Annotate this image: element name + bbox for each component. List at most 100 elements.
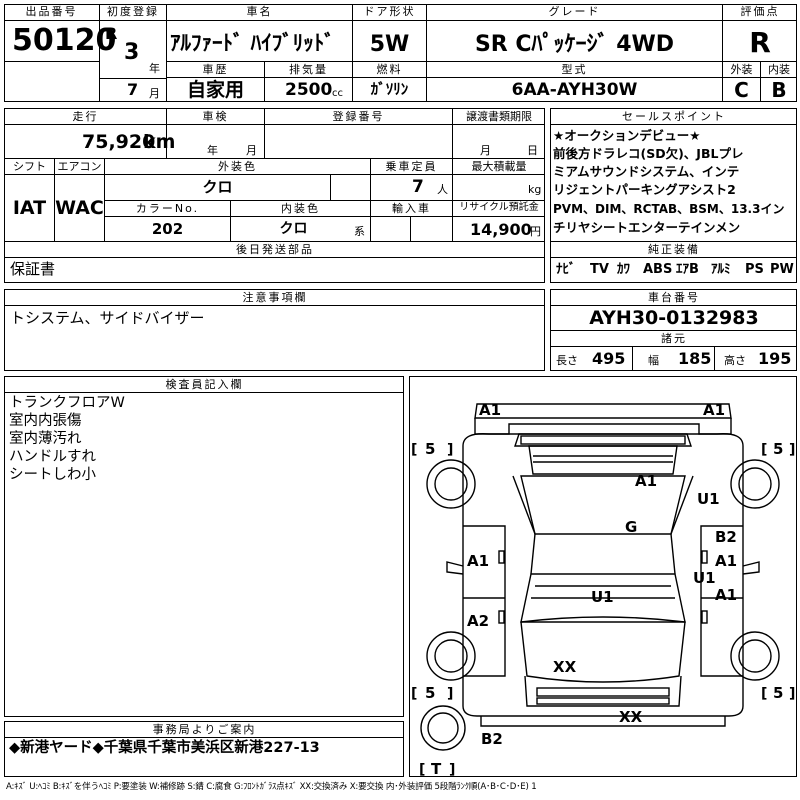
tire-fr: 5: [773, 440, 783, 458]
load-label: 最大積載量: [471, 160, 527, 173]
mark-u1: U1: [697, 490, 720, 508]
displacement-unit: cc: [332, 88, 343, 99]
notes-text: トシステム、サイドバイザー: [10, 309, 205, 327]
displacement: 2500: [285, 80, 333, 100]
reg-year: 3: [124, 40, 140, 65]
month-unit: 月: [149, 87, 160, 100]
mark-u1: U1: [693, 569, 716, 587]
office-label: 事務局よりご案内: [152, 723, 257, 736]
ext-label: 外装: [730, 63, 753, 76]
ext-grade: C: [734, 78, 749, 102]
tire-rl: 5: [425, 684, 435, 702]
model-label: 型式: [561, 63, 588, 76]
sales-line: リジェントパーキングアシスト2: [553, 182, 736, 197]
fuel: ｶﾞｿﾘﾝ: [370, 80, 409, 98]
capacity-label: 乗車定員: [385, 160, 438, 173]
mark-a1: A1: [479, 401, 501, 419]
equip-airbag: ｴｱB: [676, 262, 699, 277]
inspector-line: シートしわ小: [9, 467, 96, 483]
mark-u1: U1: [591, 588, 614, 606]
sales-line: ★オークションデビュー★: [553, 128, 701, 143]
sales-label: セールスポイント: [622, 110, 726, 123]
mileage-unit: km: [143, 131, 176, 153]
office-text: ◆新港ヤード◆千葉県千葉市美浜区新港227-13: [9, 740, 320, 756]
int-color-label: 内装色: [281, 202, 320, 215]
year-unit: 年: [149, 62, 160, 75]
mark-xx: XX: [619, 708, 643, 726]
svg-text:]: ]: [449, 762, 455, 777]
later-parts-label: 後日発送部品: [236, 243, 314, 256]
history: 自家用: [186, 79, 244, 101]
chassis-label: 車台番号: [648, 291, 700, 304]
recycle-label: リサイクル預託金: [459, 202, 539, 213]
recycle-fee: 14,900: [470, 220, 532, 239]
interior-color: クロ: [279, 221, 308, 237]
score-label: 評価点: [740, 5, 780, 18]
transfer-day-unit: 日: [527, 144, 538, 157]
color-label: 外装色: [218, 160, 257, 173]
legend: A:ｷｽﾞ U:ﾍｺﾐ B:ｷｽﾞを伴うﾍｺﾐ P:要塗装 W:補修跡 S:錆 …: [6, 782, 537, 792]
sales-line: ミアムサウンドシステム、インテ: [553, 164, 740, 179]
svg-text:[: [: [419, 762, 425, 777]
shift: IAT: [12, 197, 47, 219]
mark-a1: A1: [715, 586, 737, 604]
model: 6AA-AYH30W: [511, 80, 638, 100]
transfer-label: 譲渡書類期限: [466, 110, 532, 123]
svg-text:]: ]: [447, 442, 453, 458]
fuel-label: 燃料: [376, 63, 403, 76]
inspector-line: ハンドルすれ: [9, 449, 96, 465]
load-unit: kg: [528, 183, 542, 196]
svg-text:[: [: [761, 442, 767, 458]
inspector-line: 室内内張傷: [9, 413, 82, 429]
int-grade: B: [771, 78, 787, 102]
tire-fl: 5: [425, 440, 435, 458]
int-label: 内装: [768, 63, 790, 76]
sales-line: チリヤシートエンターテインメン: [553, 220, 741, 235]
recycle-unit: 円: [530, 225, 541, 238]
mark-a1: A1: [635, 472, 657, 490]
equipment-label: 純正装備: [648, 243, 700, 256]
svg-text:]: ]: [789, 686, 795, 702]
capacity-unit: 人: [437, 183, 448, 196]
later-parts: 保証書: [10, 260, 56, 278]
transfer-month-unit: 月: [480, 144, 491, 157]
width: 185: [678, 349, 712, 368]
chassis-number: AYH30-0132983: [589, 307, 759, 329]
svg-text:]: ]: [447, 686, 453, 702]
score: R: [749, 26, 771, 59]
car-damage-diagram: [] [] [] [] [] 5 5 5 5 T A1 A1 A1 U1 G B…: [411, 401, 795, 777]
width-label: 幅: [648, 354, 659, 367]
mark-a2: A2: [467, 612, 489, 630]
displacement-label: 排気量: [289, 63, 328, 76]
svg-text:[: [: [411, 442, 417, 458]
lot-number: 50120: [12, 23, 117, 58]
equip-tv: TV: [590, 262, 609, 277]
notes-label: 注意事項欄: [242, 291, 308, 304]
capacity: 7: [412, 177, 424, 197]
car-name-label: 車名: [246, 5, 273, 18]
insp-month-unit: 月: [246, 144, 257, 157]
import-label: 輸入車: [392, 202, 431, 215]
grade: SR Cﾊﾟｯｹｰｼﾞ 4WD: [474, 32, 675, 57]
tire-rr: 5: [773, 684, 783, 702]
sales-line: PVM、DIM、RCTAB、BSM、13.3イン: [553, 202, 785, 216]
mark-b2: B2: [715, 528, 737, 546]
exterior-color: クロ: [202, 178, 233, 196]
svg-text:[: [: [411, 686, 417, 702]
sales-line: 前後方ドラレコ(SD欠)、JBLプレ: [553, 146, 744, 161]
int-color-unit: 系: [354, 225, 365, 238]
equip-ps: PS: [745, 262, 764, 277]
ac-label: エアコン: [57, 160, 102, 173]
history-label: 車歴: [202, 63, 229, 76]
inspection-label: 車検: [202, 110, 229, 123]
equip-alloy: ｱﾙﾐ: [711, 262, 731, 277]
color-number: 202: [151, 220, 184, 238]
inspector-line: トランクフロアW: [9, 395, 125, 411]
era: R: [105, 24, 118, 43]
mark-a1: A1: [467, 552, 489, 570]
spare-tire: T: [431, 760, 442, 777]
inspector-label: 検査員記入欄: [165, 378, 244, 391]
mark-a1: A1: [703, 401, 725, 419]
color-no-label: カラーNo.: [135, 202, 200, 215]
lot-no-label: 出品番号: [25, 5, 78, 18]
